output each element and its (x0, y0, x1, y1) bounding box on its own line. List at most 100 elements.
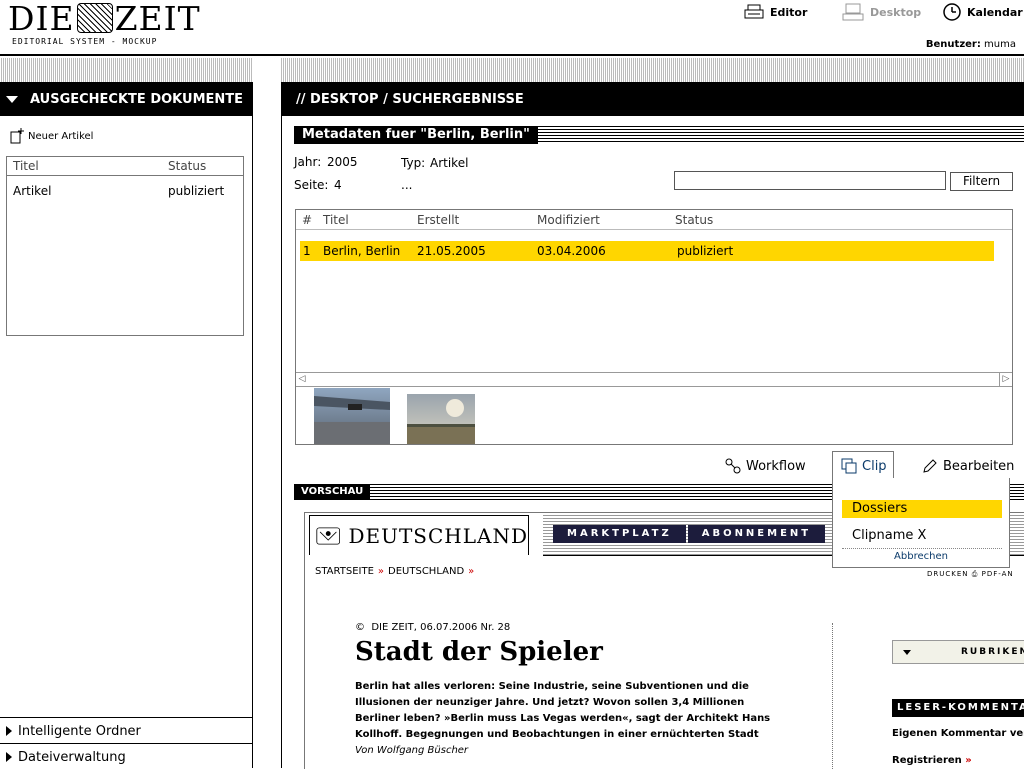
column-header-number[interactable]: # (302, 213, 312, 227)
typ-label: Typ: (401, 156, 426, 170)
pencil-icon (923, 459, 937, 473)
app-header: DIE ZEIT EDITORIAL SYSTEM - MOCKUP Editor… (0, 0, 1024, 54)
row-number: 1 (303, 244, 311, 258)
crumb-deutschland[interactable]: DEUTSCHLAND (388, 566, 464, 577)
search-input[interactable] (674, 171, 946, 190)
sidebar-title: AUSGECHECKTE DOKUMENTE (30, 91, 244, 107)
article-title: Stadt der Spieler (355, 637, 603, 667)
new-article-button[interactable]: Neuer Artikel (10, 128, 93, 144)
dropdown-item-dossiers[interactable]: Dossiers (842, 500, 1002, 518)
row-status: publiziert (168, 184, 225, 198)
main-panel: // DESKTOP / SUCHERGEBNISSE Metadaten fu… (281, 82, 1024, 769)
seite-value: 4 (334, 178, 342, 192)
row-status: publiziert (677, 244, 734, 258)
column-header-titel[interactable]: Titel (13, 159, 39, 173)
breadcrumb: // DESKTOP / SUCHERGEBNISSE (282, 82, 1024, 116)
eagle-emblem-icon (316, 526, 341, 545)
app-subtitle: EDITORIAL SYSTEM - MOCKUP (12, 37, 158, 46)
dropdown-separator (842, 548, 1002, 549)
hatch-band (0, 58, 1024, 82)
nav-editor[interactable]: Editor (744, 3, 807, 21)
checked-out-table: Titel Status Artikel publiziert (6, 156, 244, 336)
dropdown-item-clipname-x[interactable]: Clipname X (842, 527, 1002, 545)
copyright-symbol: © (355, 622, 365, 633)
filter-button[interactable]: Filtern (950, 172, 1013, 191)
pdf-link[interactable]: PDF-AN (982, 570, 1014, 578)
sidebar-item-intelligente-ordner[interactable]: Intelligente Ordner (0, 717, 252, 744)
chevron-down-icon (903, 649, 911, 655)
column-divider (832, 623, 833, 769)
jahr-value: 2005 (327, 155, 358, 169)
workflow-icon (725, 458, 741, 474)
user-info: Benutzer: muma (926, 39, 1016, 50)
crumb-startseite[interactable]: STARTSEITE (315, 566, 374, 577)
expand-triangle-icon (6, 726, 12, 736)
typ-value: Artikel (430, 156, 469, 170)
preview-logo-text: DEUTSCHLAND (348, 523, 528, 548)
horizontal-scrollbar[interactable]: ◁ ▷ (296, 372, 1012, 387)
image-thumbnail-field[interactable] (407, 394, 475, 444)
collapse-triangle-icon (6, 95, 18, 103)
column-header-status[interactable]: Status (168, 159, 206, 173)
new-article-label: Neuer Artikel (28, 130, 94, 142)
sidebar-item-label: Dateiverwaltung (18, 749, 126, 765)
column-header-erstellt[interactable]: Erstellt (417, 213, 459, 227)
preview-nav-abonnement[interactable]: ABONNEMENT (687, 525, 826, 543)
preview-label: VORSCHAU (294, 484, 371, 500)
registrieren-label: Registrieren (892, 755, 962, 766)
meta-more: ... (401, 178, 413, 192)
sidebar-item-label: Intelligente Ordner (18, 723, 141, 739)
new-document-icon (10, 128, 24, 144)
preview-nav-marktplatz[interactable]: MARKTPLATZ (553, 525, 686, 543)
registrieren-link[interactable]: Registrieren » (892, 755, 972, 766)
article-lead-text: Berlin hat alles verloren: Seine Industr… (355, 681, 771, 740)
row-title: Artikel (13, 184, 52, 198)
eagle-emblem-icon (76, 3, 113, 33)
rubriken-label: RUBRIKEN (961, 647, 1024, 657)
logo-text-left: DIE (8, 0, 75, 38)
preview-breadcrumb: STARTSEITE» DEUTSCHLAND» (315, 566, 478, 577)
article-date: © DIE ZEIT, 06.07.2006 Nr. 28 (355, 622, 510, 633)
column-header-status[interactable]: Status (675, 213, 713, 227)
nav-kalendar[interactable]: Kalendar (943, 3, 1023, 21)
eigenen-kommentar-link[interactable]: Eigenen Kommentar ver (892, 728, 1024, 739)
row-title: Berlin, Berlin (323, 244, 401, 258)
workflow-label: Workflow (746, 458, 806, 474)
jahr-label: Jahr: (294, 155, 322, 169)
results-header: # Titel Erstellt Modifiziert Status (296, 210, 1012, 230)
scroll-right-icon[interactable]: ▷ (999, 373, 1012, 386)
article-date-text: DIE ZEIT, 06.07.2006 Nr. 28 (371, 622, 511, 633)
user-name: muma (984, 39, 1016, 50)
sidebar-header[interactable]: AUSGECHECKTE DOKUMENTE (0, 82, 252, 116)
bearbeiten-button[interactable]: Bearbeiten (922, 454, 1014, 478)
print-link[interactable]: DRUCKEN (927, 570, 969, 578)
clip-label: Clip (862, 458, 887, 474)
table-header: Titel Status (7, 157, 243, 176)
rubriken-dropdown[interactable]: RUBRIKEN (892, 640, 1024, 664)
preview-logo[interactable]: DEUTSCHLAND (309, 515, 529, 555)
clip-button[interactable]: Clip (841, 454, 887, 478)
column-header-modifiziert[interactable]: Modifiziert (537, 213, 600, 227)
clip-icon (841, 458, 857, 474)
table-row[interactable]: 1 Berlin, Berlin 21.05.2005 03.04.2006 p… (300, 241, 994, 261)
nav-desktop[interactable]: Desktop (842, 3, 921, 21)
typewriter-icon (744, 4, 764, 19)
user-label: Benutzer: (925, 39, 981, 50)
sidebar: AUSGECHECKTE DOKUMENTE Neuer Artikel Tit… (0, 82, 253, 768)
preview-print-links: DRUCKEN ⎙ PDF-AN (927, 570, 1014, 579)
column-header-titel[interactable]: Titel (323, 213, 349, 227)
sidebar-item-dateiverwaltung[interactable]: Dateiverwaltung (0, 743, 252, 770)
computer-icon (842, 3, 864, 21)
row-created: 21.05.2005 (417, 244, 486, 258)
bearbeiten-label: Bearbeiten (943, 458, 1015, 474)
logo-text-right: ZEIT (114, 0, 201, 38)
clip-dropdown-menu: Dossiers Clipname X Abbrechen (832, 478, 1010, 568)
abbrechen-link[interactable]: Abbrechen (833, 551, 1009, 562)
article-lead: Berlin hat alles verloren: Seine Industr… (355, 679, 775, 759)
scroll-left-icon[interactable]: ◁ (296, 373, 308, 386)
row-modified: 03.04.2006 (537, 244, 606, 258)
registrieren-arrow: » (965, 755, 972, 766)
nav-desktop-label: Desktop (870, 5, 922, 19)
image-thumbnail-airplane[interactable] (314, 388, 390, 444)
workflow-button[interactable]: Workflow (725, 454, 806, 478)
